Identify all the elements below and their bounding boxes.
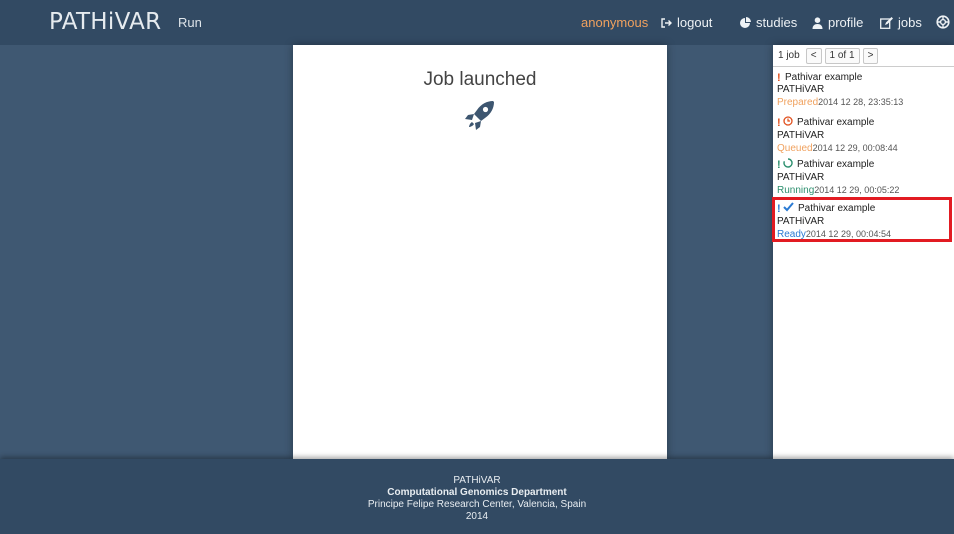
profile-label: profile	[828, 15, 864, 30]
clock-icon	[783, 116, 793, 130]
alert-icon: !	[777, 159, 781, 171]
page-indicator: 1 of 1	[824, 47, 860, 64]
logout-label: logout	[677, 15, 713, 30]
alert-icon: !	[777, 72, 781, 84]
job-count: 1 job	[778, 50, 800, 61]
page-title: Job launched	[423, 69, 537, 90]
jobs-label: jobs	[898, 15, 922, 30]
user-icon	[812, 16, 823, 29]
job-timestamp: 2014 12 29, 00:08:44	[812, 143, 898, 153]
footer-department: Computational Genomics Department	[387, 487, 567, 498]
footer-app-name: PATHiVAR	[453, 475, 501, 486]
job-name: Pathivar example	[785, 72, 863, 83]
username-label: anonymous	[581, 15, 649, 30]
job-name: Pathivar example	[797, 117, 875, 128]
logout-button[interactable]: logout	[660, 15, 712, 30]
job-tool: PATHiVAR	[777, 172, 825, 183]
prev-page-button[interactable]: <	[805, 47, 822, 64]
next-page-button[interactable]: >	[862, 47, 879, 64]
app-brand[interactable]: PATHiVAR	[49, 9, 161, 35]
logout-icon	[660, 17, 672, 29]
job-tool: PATHiVAR	[777, 84, 825, 95]
studies-button[interactable]: studies	[739, 15, 797, 30]
job-name: Pathivar example	[797, 159, 875, 170]
pie-chart-icon	[739, 16, 751, 29]
job-timestamp: 2014 12 28, 23:35:13	[818, 97, 904, 107]
job-item[interactable]: ! Pathivar example PATHiVAR Queued2014 1…	[777, 116, 953, 155]
user-menu[interactable]: anonymous	[581, 15, 648, 30]
jobs-button[interactable]: jobs	[880, 15, 922, 30]
edit-icon	[880, 16, 893, 29]
job-status: Queued	[777, 143, 813, 154]
job-timestamp: 2014 12 29, 00:05:22	[814, 185, 900, 195]
job-item[interactable]: ! Pathivar example PATHiVAR Prepared2014…	[777, 72, 953, 109]
footer-year: 2014	[465, 511, 489, 522]
job-status: Running	[777, 185, 815, 196]
top-navbar: PATHiVAR Run anonymous logout studies pr…	[0, 0, 954, 45]
support-button[interactable]	[936, 15, 950, 29]
studies-label: studies	[756, 15, 798, 30]
page-footer: PATHiVAR Computational Genomics Departme…	[0, 459, 954, 534]
spinner-icon	[783, 158, 793, 172]
job-tool: PATHiVAR	[777, 130, 825, 141]
main-content-panel: Job launched	[293, 45, 667, 459]
rocket-icon	[462, 97, 498, 138]
footer-institution: Principe Felipe Research Center, Valenci…	[367, 499, 587, 510]
highlight-box	[772, 197, 952, 242]
jobs-side-panel: 1 job < 1 of 1 > ! Pathivar example PATH…	[773, 45, 954, 459]
run-link[interactable]: Run	[178, 15, 202, 30]
profile-button[interactable]: profile	[812, 15, 863, 30]
job-item[interactable]: ! Pathivar example PATHiVAR Running2014 …	[777, 158, 953, 197]
job-status: Prepared	[777, 97, 819, 108]
lifebuoy-icon	[936, 15, 950, 29]
jobs-pager: 1 job < 1 of 1 >	[773, 45, 954, 67]
alert-icon: !	[777, 117, 781, 129]
